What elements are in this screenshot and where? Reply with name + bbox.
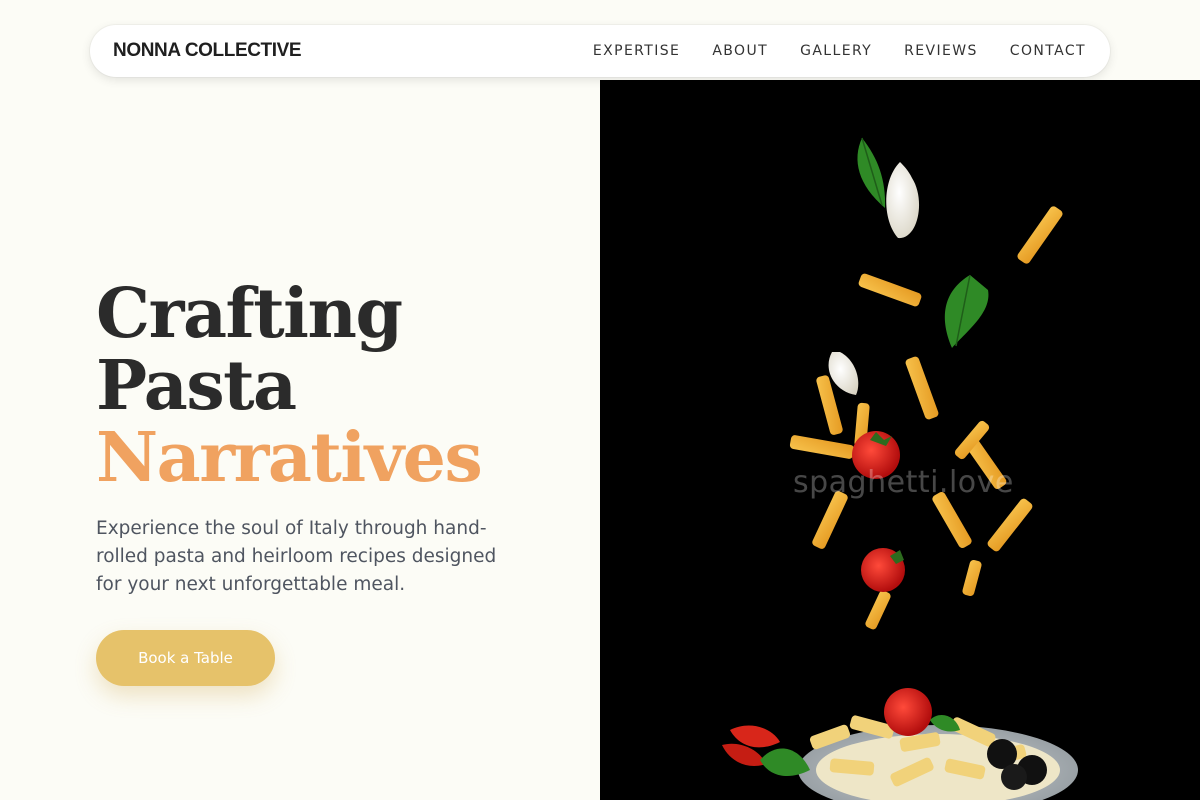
falling-pasta-illustration [722,137,1078,800]
brand-logo[interactable]: NONNA COLLECTIVE [113,40,302,62]
hero-headline: Crafting Pasta Narratives [96,274,483,498]
top-navbar: NONNA COLLECTIVE EXPERTISE ABOUT GALLERY… [90,25,1110,77]
nav-link-contact[interactable]: CONTACT [1010,43,1086,59]
nav-link-expertise[interactable]: EXPERTISE [593,43,680,59]
nav-link-gallery[interactable]: GALLERY [800,43,872,59]
headline-line-2: Pasta [96,346,297,426]
nav-link-reviews[interactable]: REVIEWS [904,43,978,59]
hero-image: spaghetti.love [600,80,1200,800]
headline-accent: Narratives [96,418,483,498]
image-watermark: spaghetti.love [793,465,1014,500]
headline-line-1: Crafting [96,274,403,354]
nav-link-about[interactable]: ABOUT [712,43,768,59]
nav-menu: EXPERTISE ABOUT GALLERY REVIEWS CONTACT [593,43,1086,59]
book-table-button[interactable]: Book a Table [96,630,275,686]
hero-description: Experience the soul of Italy through han… [96,518,497,595]
